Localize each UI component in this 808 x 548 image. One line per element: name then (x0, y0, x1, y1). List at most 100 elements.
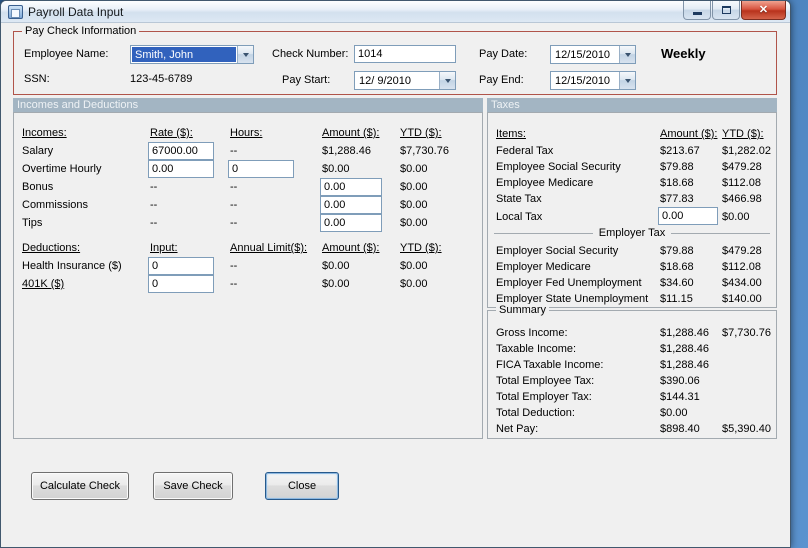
401k-input[interactable] (148, 275, 214, 293)
income-row-label: Salary (22, 145, 54, 157)
health-insurance-input[interactable] (148, 257, 214, 275)
calculate-check-button[interactable]: Calculate Check (31, 472, 129, 500)
ssn-value: 123-45-6789 (130, 73, 193, 85)
total-employer-tax-amount: $144.31 (660, 391, 700, 403)
er-medicare-ytd: $112.08 (722, 261, 761, 273)
er-state-unemp-amount: $11.15 (660, 293, 693, 305)
commissions-ytd-value: $0.00 (400, 199, 428, 211)
health-insurance-amount-value: $0.00 (322, 260, 350, 272)
employee-name-dropdown-button[interactable] (237, 46, 253, 63)
er-state-unemp-ytd: $140.00 (722, 293, 762, 305)
taxes-panel: Items: Amount ($): YTD ($): Federal Tax … (487, 112, 777, 308)
gross-income-amount: $1,288.46 (660, 327, 709, 339)
window-controls: ✕ (683, 1, 786, 20)
gross-income-ytd: $7,730.76 (722, 327, 771, 339)
close-window-button[interactable]: ✕ (741, 1, 786, 20)
maximize-button[interactable] (712, 1, 740, 20)
commissions-hours-value: -- (230, 199, 238, 211)
summary-row-label: Taxable Income: (496, 343, 577, 355)
commissions-amount-input[interactable] (320, 196, 382, 214)
health-insurance-limit-value: -- (230, 260, 238, 272)
minimize-button[interactable] (683, 1, 711, 20)
deduction-row-label: 401K ($) (22, 278, 65, 290)
401k-ytd-value: $0.00 (400, 278, 428, 290)
er-fed-unemp-amount: $34.60 (660, 277, 694, 289)
ytd-col-header: YTD ($): (400, 127, 442, 139)
chevron-down-icon (444, 78, 451, 83)
er-ss-amount: $79.88 (660, 245, 694, 257)
save-check-button[interactable]: Save Check (153, 472, 233, 500)
tips-rate-value: -- (150, 217, 158, 229)
er-fed-unemp-ytd: $434.00 (722, 277, 762, 289)
salary-amount-value: $1,288.46 (322, 145, 371, 157)
incomes-deductions-panel: Incomes: Rate ($): Hours: Amount ($): YT… (13, 112, 483, 439)
tax-row-label: Employer Fed Unemployment (496, 277, 642, 289)
401k-limit-value: -- (230, 278, 238, 290)
emp-medicare-ytd: $112.08 (722, 177, 761, 189)
check-number-input[interactable] (354, 45, 456, 63)
incomes-section-header: Incomes and Deductions (13, 98, 483, 112)
paycheck-info-group: Pay Check Information Employee Name: Smi… (13, 25, 777, 95)
local-tax-ytd: $0.00 (722, 211, 750, 223)
overtime-rate-input[interactable] (148, 160, 214, 178)
state-tax-ytd: $466.98 (722, 193, 762, 205)
summary-row-label: Total Employee Tax: (496, 375, 595, 387)
income-row-label: Overtime Hourly (22, 163, 102, 175)
bonus-rate-value: -- (150, 181, 158, 193)
tax-amount-col-header: Amount ($): (660, 128, 718, 140)
net-pay-amount: $898.40 (660, 423, 700, 435)
emp-medicare-amount: $18.68 (660, 177, 694, 189)
summary-row-label: FICA Taxable Income: (496, 359, 604, 371)
close-icon: ✕ (758, 3, 769, 16)
pay-end-dropdown-button[interactable] (619, 72, 635, 89)
pay-date-label: Pay Date: (479, 48, 528, 60)
employee-name-combobox[interactable]: Smith, John (130, 45, 254, 64)
emp-ss-ytd: $479.28 (722, 161, 762, 173)
total-deduction-amount: $0.00 (660, 407, 688, 419)
pay-date-dropdown-button[interactable] (619, 46, 635, 63)
taxes-section-header: Taxes (487, 98, 777, 112)
tax-items-col-header: Items: (496, 128, 526, 140)
tax-row-label: Employee Social Security (496, 161, 621, 173)
tax-row-label: Employer Social Security (496, 245, 619, 257)
income-row-label: Commissions (22, 199, 89, 211)
deductions-col-header: Deductions: (22, 242, 81, 254)
ssn-label: SSN: (24, 73, 50, 85)
pay-start-picker[interactable]: 12/ 9/2010 (354, 71, 456, 90)
taxable-income-amount: $1,288.46 (660, 343, 709, 355)
pay-date-picker[interactable]: 12/15/2010 (550, 45, 636, 64)
pay-frequency-label: Weekly (661, 46, 706, 61)
incomes-col-header: Incomes: (22, 127, 67, 139)
payroll-window: Payroll Data Input ✕ Pay Check Informati… (0, 0, 791, 548)
er-medicare-amount: $18.68 (660, 261, 694, 273)
rate-col-header: Rate ($): (150, 127, 193, 139)
local-tax-label: Local Tax (496, 211, 543, 223)
pay-end-value: 12/15/2010 (555, 74, 611, 87)
pay-end-picker[interactable]: 12/15/2010 (550, 71, 636, 90)
salary-rate-input[interactable] (148, 142, 214, 160)
paycheck-group-label: Pay Check Information (22, 25, 140, 37)
chevron-down-icon (624, 78, 631, 83)
pay-start-dropdown-button[interactable] (439, 72, 455, 89)
401k-amount-value: $0.00 (322, 278, 350, 290)
employer-tax-separator-label: Employer Tax (598, 227, 666, 239)
employer-tax-separator: Employer Tax (494, 227, 770, 239)
check-number-label: Check Number: (272, 48, 349, 60)
minimize-icon (692, 11, 702, 15)
summary-panel: Summary Gross Income: $1,288.46 $7,730.7… (487, 304, 777, 439)
commissions-rate-value: -- (150, 199, 158, 211)
input-col-header: Input: (150, 242, 178, 254)
tips-amount-input[interactable] (320, 214, 382, 232)
deduction-ytd-col-header: YTD ($): (400, 242, 442, 254)
bonus-hours-value: -- (230, 181, 238, 193)
close-button[interactable]: Close (265, 472, 339, 500)
titlebar[interactable]: Payroll Data Input (1, 1, 790, 23)
summary-row-label: Gross Income: (496, 327, 568, 339)
overtime-ytd-value: $0.00 (400, 163, 428, 175)
window-title: Payroll Data Input (28, 4, 124, 19)
overtime-hours-input[interactable] (228, 160, 294, 178)
local-tax-input[interactable] (658, 207, 718, 225)
income-row-label: Bonus (22, 181, 54, 193)
bonus-amount-input[interactable] (320, 178, 382, 196)
salary-ytd-value: $7,730.76 (400, 145, 449, 157)
